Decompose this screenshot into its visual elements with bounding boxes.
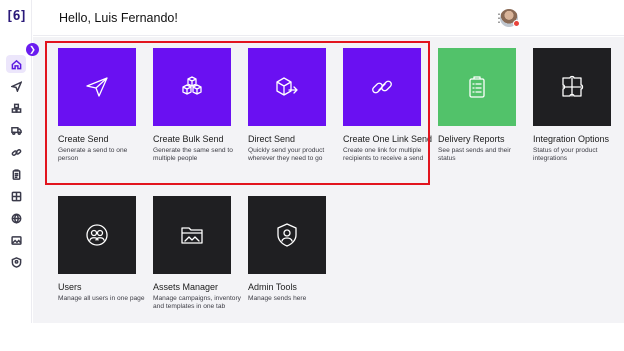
card-direct-send[interactable]: Direct Send Quickly send your product wh… [248, 48, 326, 163]
card-create-bulk-send[interactable]: Create Bulk Send Generate the same send … [153, 48, 233, 163]
card-tile[interactable] [248, 196, 326, 274]
paper-plane-icon [86, 77, 108, 97]
globe-icon [11, 213, 21, 224]
card-description: Status of your product integrations [533, 147, 598, 162]
card-tile[interactable] [153, 48, 231, 126]
link-icon [372, 80, 392, 94]
sidebar-item-one-link[interactable] [6, 143, 26, 161]
card-tile[interactable] [58, 196, 136, 274]
sidebar-item-admin[interactable] [6, 253, 26, 271]
link-icon [11, 148, 21, 156]
shield-user-icon [277, 223, 297, 247]
card-title[interactable]: Create Send [58, 134, 148, 144]
puzzle-icon [562, 75, 584, 97]
image-icon [10, 235, 22, 245]
folder-icon [181, 227, 203, 244]
shield-icon [11, 256, 21, 268]
card-tile[interactable] [58, 48, 136, 126]
card-delivery-reports[interactable]: Delivery Reports See past sends and thei… [438, 48, 516, 163]
card-title[interactable]: Admin Tools [248, 282, 338, 292]
top-bar: Hello, Luis Fernando! ⋮ [33, 0, 624, 36]
card-title[interactable]: Delivery Reports [438, 134, 528, 144]
sidebar-item-send[interactable] [6, 77, 26, 95]
card-description: See past sends and their status [438, 147, 511, 162]
clipboard-icon [12, 168, 20, 180]
boxes-icon [182, 76, 202, 95]
card-tile[interactable] [153, 196, 231, 274]
card-description: Generate a send to one person [58, 147, 128, 162]
card-title[interactable]: Direct Send [248, 134, 338, 144]
box-arrow-icon [276, 77, 298, 96]
card-assets-manager[interactable]: Assets Manager Manage campaigns, invento… [153, 196, 241, 311]
card-tile[interactable] [248, 48, 326, 126]
card-description: Quickly send your product wherever they … [248, 147, 325, 162]
card-title[interactable]: Assets Manager [153, 282, 243, 292]
card-title[interactable]: Create One Link Send [343, 134, 433, 144]
sidebar-item-direct-send[interactable] [6, 121, 26, 139]
card-description: Manage campaigns, inventory and template… [153, 295, 241, 310]
card-title[interactable]: Users [58, 282, 148, 292]
card-tile[interactable] [533, 48, 611, 126]
sidebar-item-integrations[interactable] [6, 187, 26, 205]
home-icon [11, 59, 21, 69]
users-icon [86, 224, 108, 246]
notification-badge [513, 20, 520, 27]
clipboard-icon [469, 76, 485, 98]
kebab-menu-button[interactable]: ⋮ [493, 11, 505, 25]
greeting-text: Hello, Luis Fernando! [59, 11, 178, 25]
sidebar-item-reports[interactable] [6, 165, 26, 183]
sidebar-collapse-button[interactable]: ❯ [26, 43, 39, 56]
app-logo[interactable]: [6] [5, 7, 27, 27]
sidebar-item-bulk-send[interactable] [6, 99, 26, 117]
truck-icon [10, 126, 22, 135]
send-icon [10, 80, 22, 92]
card-title[interactable]: Integration Options [533, 134, 623, 144]
card-integration-options[interactable]: Integration Options Status of your produ… [533, 48, 611, 163]
card-title[interactable]: Create Bulk Send [153, 134, 243, 144]
card-tile[interactable] [438, 48, 516, 126]
sidebar-item-assets[interactable] [6, 231, 26, 249]
card-create-send[interactable]: Create Send Generate a send to one perso… [58, 48, 136, 163]
footer-area [0, 323, 624, 351]
sidebar-item-home[interactable] [6, 55, 26, 73]
card-description: Generate the same send to multiple peopl… [153, 147, 233, 162]
card-admin-tools[interactable]: Admin Tools Manage sends here [248, 196, 326, 303]
card-description: Manage sends here [248, 295, 307, 302]
card-description: Manage all users in one page [58, 295, 145, 302]
card-users[interactable]: Users Manage all users in one page [58, 196, 145, 303]
puzzle-icon [11, 191, 21, 201]
card-description: Create one link for multiple recipients … [343, 147, 424, 162]
card-tile[interactable] [343, 48, 421, 126]
chevron-right-icon: ❯ [29, 45, 36, 54]
boxes-icon [11, 103, 21, 113]
card-create-one-link-send[interactable]: Create One Link Send Create one link for… [343, 48, 432, 163]
sidebar-item-global[interactable] [6, 209, 26, 227]
